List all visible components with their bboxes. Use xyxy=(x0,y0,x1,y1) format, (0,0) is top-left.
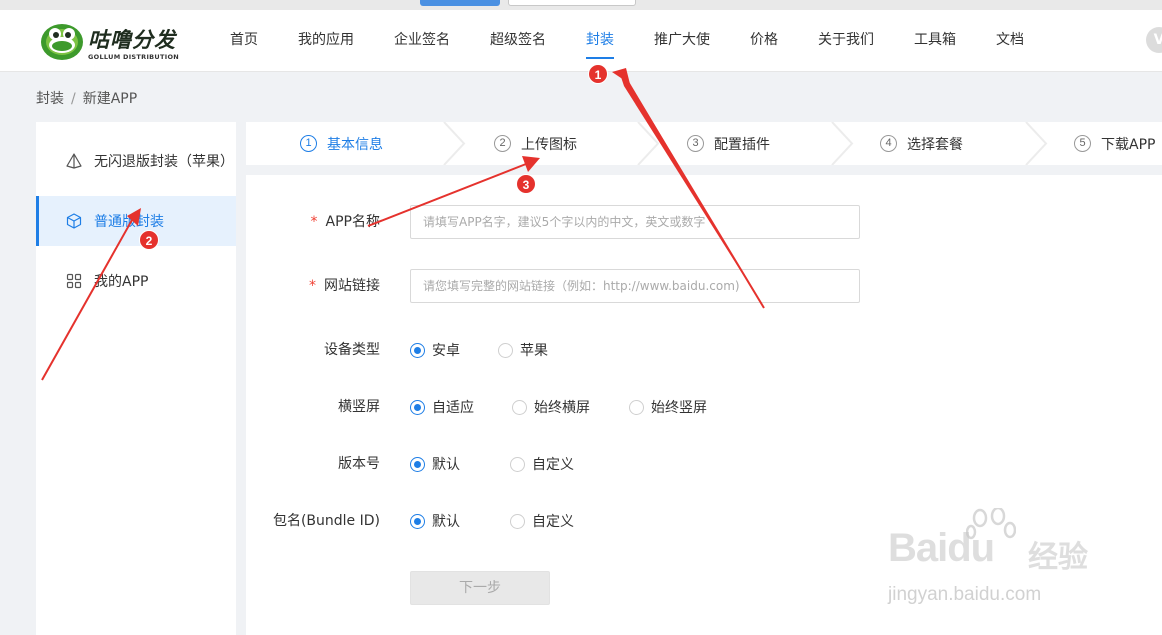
form-row-version: 版本号 默认 自定义 xyxy=(246,447,1162,481)
step-chevron-icon xyxy=(443,122,466,165)
nav-my-apps[interactable]: 我的应用 xyxy=(278,10,374,72)
required-mark: * xyxy=(309,278,316,294)
orientation-label: 横竖屏 xyxy=(338,399,380,415)
step-label: 基本信息 xyxy=(327,136,383,153)
radio-auto-orientation[interactable]: 自适应 xyxy=(410,390,474,424)
gollum-logo-icon xyxy=(41,24,83,60)
logo[interactable]: 咕噜分发 GOLLUM DISTRIBUTION xyxy=(40,19,179,65)
nav-promoter[interactable]: 推广大使 xyxy=(634,10,730,72)
vip-icon[interactable]: V xyxy=(1146,27,1162,53)
version-label: 版本号 xyxy=(338,456,380,472)
breadcrumb: 封装 / 新建APP xyxy=(36,88,137,108)
nav-docs[interactable]: 文档 xyxy=(976,10,1044,72)
nav-package[interactable]: 封装 xyxy=(566,10,634,72)
nav-home[interactable]: 首页 xyxy=(210,10,278,72)
form-row-orientation: 横竖屏 自适应 始终横屏 始终竖屏 xyxy=(246,390,1162,424)
step-chevron-icon xyxy=(637,122,660,165)
step-basic-info[interactable]: 1 基本信息 xyxy=(300,122,383,165)
radio-dot xyxy=(498,342,513,358)
radio-dot xyxy=(629,399,644,415)
radio-bundle-default[interactable]: 默认 xyxy=(410,504,460,538)
step-label: 下载APP xyxy=(1101,136,1156,153)
sidebar-item-label: 我的APP xyxy=(94,274,149,290)
nav-pricing[interactable]: 价格 xyxy=(730,10,798,72)
step-label: 选择套餐 xyxy=(907,136,963,153)
annotation-badge-1: 1 xyxy=(588,64,608,84)
nav-about[interactable]: 关于我们 xyxy=(798,10,894,72)
site-url-input[interactable] xyxy=(410,269,860,303)
step-number: 1 xyxy=(300,135,317,152)
sidebar-item-normal-package[interactable]: 普通版封装 xyxy=(36,196,236,246)
form-row-bundle-id: 包名(Bundle ID) 默认 自定义 xyxy=(246,504,1162,538)
breadcrumb-current: 新建APP xyxy=(82,91,138,107)
sidebar-item-label: 无闪退版封装（苹果） xyxy=(94,154,234,170)
sidebar: 无闪退版封装（苹果） 普通版封装 我的APP xyxy=(36,122,236,635)
radio-dot xyxy=(410,399,425,415)
device-type-label: 设备类型 xyxy=(324,342,380,358)
step-number: 2 xyxy=(494,135,511,152)
step-number: 3 xyxy=(687,135,704,152)
step-config-plugins[interactable]: 3 配置插件 xyxy=(687,122,770,165)
nav-enterprise-sign[interactable]: 企业签名 xyxy=(374,10,470,72)
browser-toolbar-strip xyxy=(0,0,1162,10)
step-choose-plan[interactable]: 4 选择套餐 xyxy=(880,122,963,165)
step-progress-bar: 1 基本信息 2 上传图标 3 配置插件 4 选择套餐 5 下载APP xyxy=(246,122,1162,165)
step-chevron-icon xyxy=(831,122,854,165)
step-label: 配置插件 xyxy=(714,136,770,153)
radio-version-default[interactable]: 默认 xyxy=(410,447,460,481)
radio-apple[interactable]: 苹果 xyxy=(498,333,548,367)
annotation-badge-2: 2 xyxy=(139,230,159,250)
radio-always-landscape[interactable]: 始终横屏 xyxy=(512,390,590,424)
sidebar-item-no-crash-package[interactable]: 无闪退版封装（苹果） xyxy=(36,136,236,186)
step-number: 5 xyxy=(1074,135,1091,152)
step-chevron-icon xyxy=(1025,122,1048,165)
form-row-app-name: * APP名称 xyxy=(246,205,1162,239)
site-header: 咕噜分发 GOLLUM DISTRIBUTION 首页 我的应用 企业签名 超级… xyxy=(0,10,1162,72)
radio-dot xyxy=(510,513,525,529)
logo-text: 咕噜分发 xyxy=(88,28,176,52)
main-nav: 首页 我的应用 企业签名 超级签名 封装 推广大使 价格 关于我们 工具箱 文档 xyxy=(210,10,1044,72)
step-upload-icon[interactable]: 2 上传图标 xyxy=(494,122,577,165)
breadcrumb-separator: / xyxy=(71,91,76,107)
radio-version-custom[interactable]: 自定义 xyxy=(510,447,574,481)
browser-button-secondary[interactable] xyxy=(508,0,636,6)
step-number: 4 xyxy=(880,135,897,152)
breadcrumb-root[interactable]: 封装 xyxy=(36,91,64,107)
nav-super-sign[interactable]: 超级签名 xyxy=(470,10,566,72)
radio-bundle-custom[interactable]: 自定义 xyxy=(510,504,574,538)
bundle-id-label: 包名(Bundle ID) xyxy=(272,513,380,529)
step-label: 上传图标 xyxy=(521,136,577,153)
cube-icon xyxy=(66,213,82,229)
radio-always-portrait[interactable]: 始终竖屏 xyxy=(629,390,707,424)
radio-dot xyxy=(510,456,525,472)
pyramid-icon xyxy=(66,153,82,169)
radio-dot xyxy=(410,342,425,358)
grid-icon xyxy=(66,273,82,289)
radio-dot xyxy=(410,456,425,472)
radio-android[interactable]: 安卓 xyxy=(410,333,460,367)
annotation-badge-3: 3 xyxy=(516,174,536,194)
step-download-app[interactable]: 5 下载APP xyxy=(1074,122,1155,165)
form-row-site-url: * 网站链接 xyxy=(246,269,1162,303)
radio-dot xyxy=(410,513,425,529)
next-step-button[interactable]: 下一步 xyxy=(410,571,550,605)
radio-dot xyxy=(512,399,527,415)
required-mark: * xyxy=(310,214,318,230)
browser-button-primary[interactable] xyxy=(420,0,500,6)
site-url-label: * 网站链接 xyxy=(309,278,380,294)
app-name-input[interactable] xyxy=(410,205,860,239)
form-panel: *APP名称 *网站链接 设备类型 安卓 苹果 横竖屏 自适应 始终横屏 始终竖… xyxy=(246,175,1162,635)
sidebar-item-label: 普通版封装 xyxy=(94,214,164,230)
nav-toolbox[interactable]: 工具箱 xyxy=(894,10,976,72)
sidebar-item-my-apps[interactable]: 我的APP xyxy=(36,256,236,306)
form-row-device-type: 设备类型 安卓 苹果 xyxy=(246,333,1162,367)
app-name-label: * APP名称 xyxy=(310,214,380,230)
logo-subtitle: GOLLUM DISTRIBUTION xyxy=(88,53,180,61)
